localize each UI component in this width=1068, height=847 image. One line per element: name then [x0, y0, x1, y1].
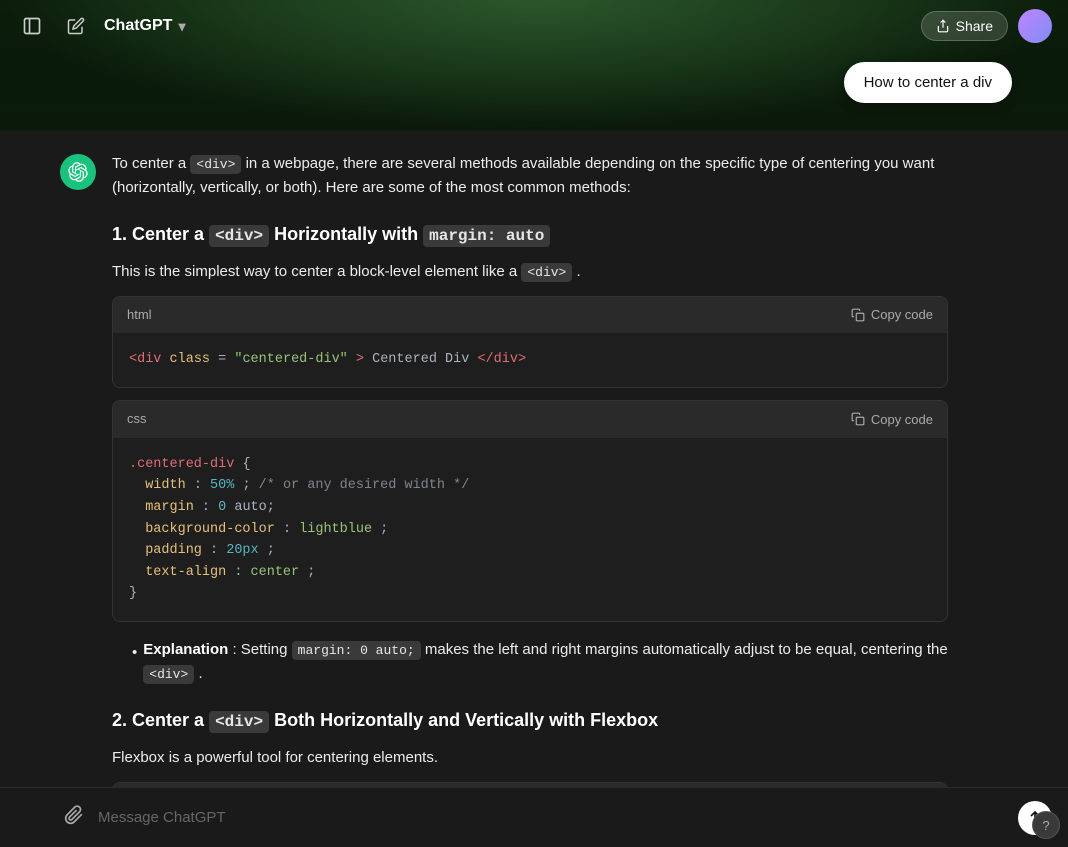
css-line4: background-color : lightblue ;	[129, 519, 931, 541]
code-block-header2: css Copy code	[113, 401, 947, 438]
gpt-avatar	[60, 154, 96, 190]
chevron-down-icon: ▾	[178, 18, 185, 35]
openai-logo-icon	[68, 162, 88, 182]
topbar: ChatGPT ▾ Share	[0, 0, 1068, 52]
copy-icon-2	[851, 412, 865, 426]
edit-button[interactable]	[60, 10, 92, 42]
section1-desc: This is the simplest way to center a blo…	[112, 260, 948, 284]
copy-icon-1	[851, 308, 865, 322]
inline-code-margin-auto: margin: auto	[423, 225, 550, 247]
code-block-body2: .centered-div { width : 50% ; /* or any …	[113, 438, 947, 621]
inline-code-div2: <div>	[209, 225, 269, 247]
copy-code-button-2[interactable]: Copy code	[851, 412, 933, 427]
bullet-dot-1: •	[132, 641, 137, 665]
css-line2: width : 50% ; /* or any desired width */	[129, 475, 931, 497]
inline-code-div1: <div>	[190, 155, 241, 174]
inline-code-div5: <div>	[209, 711, 269, 733]
code-block-html1: html Copy code <div class = "centered-di	[112, 296, 948, 388]
css-line5: padding : 20px ;	[129, 540, 931, 562]
bottom-bar	[0, 787, 1068, 847]
share-icon	[936, 19, 950, 33]
sidebar-toggle-button[interactable]	[16, 10, 48, 42]
inline-code-margin: margin: 0 auto;	[292, 641, 421, 660]
bullet-text-1: Explanation : Setting margin: 0 auto; ma…	[143, 638, 948, 686]
inline-code-div4: <div>	[143, 665, 194, 684]
prompt-bubble: How to center a div	[844, 62, 1012, 103]
code-block-css1: css Copy code .centered-div {	[112, 400, 948, 622]
css-line7: }	[129, 583, 931, 605]
section1-heading: 1. Center a <div> Horizontally with marg…	[112, 220, 948, 250]
message-body: To center a <div> in a webpage, there ar…	[112, 152, 948, 787]
section2-desc: Flexbox is a powerful tool for centering…	[112, 746, 948, 770]
share-button[interactable]: Share	[921, 11, 1008, 41]
css-line1: .centered-div {	[129, 454, 931, 476]
message-input[interactable]	[98, 809, 1008, 826]
css-line6: text-align : center ;	[129, 562, 931, 584]
code-block-header1: html Copy code	[113, 297, 947, 334]
bullet-item-1: • Explanation : Setting margin: 0 auto; …	[132, 638, 948, 686]
assistant-message: To center a <div> in a webpage, there ar…	[60, 72, 948, 787]
code-block-body1: <div class = "centered-div" > Centered D…	[113, 333, 947, 387]
css-line3: margin : 0 auto;	[129, 497, 931, 519]
app-title[interactable]: ChatGPT ▾	[104, 17, 185, 35]
intro-paragraph: To center a <div> in a webpage, there ar…	[112, 152, 948, 200]
help-button[interactable]: ?	[1032, 811, 1060, 839]
section2-heading: 2. Center a <div> Both Horizontally and …	[112, 706, 948, 736]
topbar-left: ChatGPT ▾	[16, 10, 185, 42]
copy-code-button-1[interactable]: Copy code	[851, 307, 933, 322]
topbar-right: Share	[921, 9, 1052, 43]
user-avatar[interactable]	[1018, 9, 1052, 43]
paperclip-icon	[64, 805, 84, 825]
bullet-strong-1: Explanation	[143, 641, 228, 658]
main-content: To center a <div> in a webpage, there ar…	[0, 52, 1068, 787]
attach-button[interactable]	[60, 801, 88, 835]
inline-code-div3: <div>	[521, 263, 572, 282]
